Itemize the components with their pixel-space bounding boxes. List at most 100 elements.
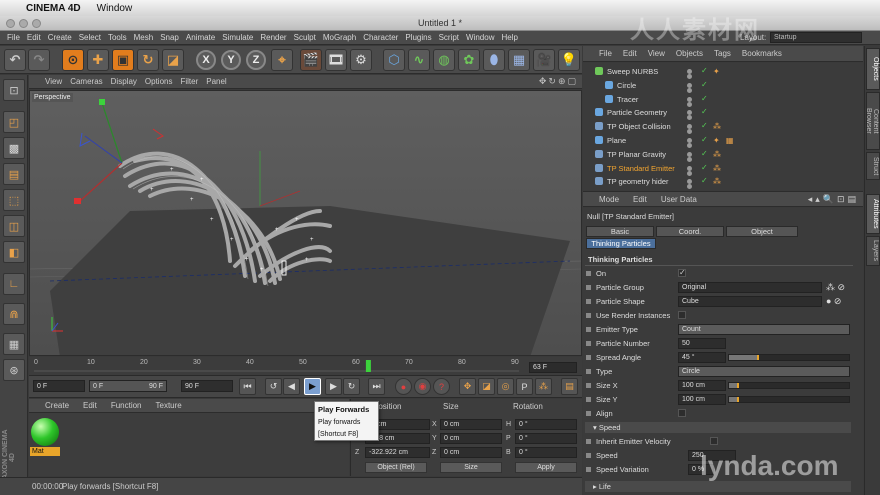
obj-menu-edit[interactable]: Edit	[623, 49, 637, 58]
make-editable-icon[interactable]: ⊡	[3, 79, 25, 101]
timeline[interactable]: 0 10 20 30 40 50 60 70 80 90 63 F	[29, 357, 582, 376]
on-checkbox[interactable]: ✓	[678, 269, 686, 277]
size-y-field[interactable]: 0 cm	[440, 433, 502, 444]
position-z-field[interactable]: -322.922 cm	[365, 447, 430, 458]
object-row[interactable]: Circle ✓	[583, 79, 863, 92]
type-dropdown[interactable]: Circle	[678, 366, 850, 377]
menu-render[interactable]: Render	[260, 33, 286, 42]
enable-check-icon[interactable]: ✓	[701, 66, 708, 75]
section-speed[interactable]: ▾ Speed	[585, 422, 851, 433]
object-name[interactable]: Tracer	[617, 95, 638, 104]
obj-menu-view[interactable]: View	[648, 49, 665, 58]
live-selection-icon[interactable]: ⊙	[62, 49, 84, 71]
attr-tab-object[interactable]: Object	[726, 226, 798, 237]
enable-check-icon[interactable]: ✓	[701, 135, 708, 144]
viewport-menu-panel[interactable]: Panel	[206, 77, 226, 86]
object-row[interactable]: Tracer ✓	[583, 93, 863, 106]
enable-check-icon[interactable]: ✓	[701, 80, 708, 89]
object-row[interactable]: TP Object Collision ✓ ⁂	[583, 120, 863, 133]
use-render-instances-checkbox[interactable]	[678, 311, 686, 319]
rotation-b-field[interactable]: 0 °	[515, 447, 577, 458]
visibility-dots[interactable]	[687, 82, 692, 88]
material-menu-create[interactable]: Create	[45, 401, 69, 410]
visibility-dots[interactable]	[687, 151, 692, 157]
scheme-settings-icon[interactable]: ▤	[561, 378, 578, 395]
menu-animate[interactable]: Animate	[186, 33, 215, 42]
inherit-velocity-checkbox[interactable]	[710, 437, 718, 445]
side-tab-struct[interactable]: Struct	[866, 152, 880, 180]
redo-icon[interactable]: ↷	[28, 49, 50, 71]
obj-menu-objects[interactable]: Objects	[676, 49, 703, 58]
menu-create[interactable]: Create	[48, 33, 72, 42]
visibility-dots[interactable]	[687, 110, 692, 116]
side-tab-layers[interactable]: Layers	[866, 236, 880, 266]
menu-sculpt[interactable]: Sculpt	[294, 33, 316, 42]
object-row[interactable]: TP geometry hider ✓ ⁂	[583, 175, 863, 188]
size-mode-dropdown[interactable]: Size	[440, 462, 502, 473]
object-row[interactable]: TP Planar Gravity ✓ ⁂	[583, 148, 863, 161]
viewport-menu-view[interactable]: View	[45, 77, 62, 86]
obj-menu-bookmarks[interactable]: Bookmarks	[742, 49, 782, 58]
particle-group-link-icon[interactable]: ⁂ ⊘	[826, 282, 845, 293]
side-tab-attributes[interactable]: Attributes	[866, 194, 880, 234]
recent-tool-icon[interactable]: ◪	[162, 49, 184, 71]
object-row[interactable]: Sweep NURBS ✓ ✦	[583, 65, 863, 78]
enable-check-icon[interactable]: ✓	[701, 107, 708, 116]
object-tags[interactable]: ⁂	[713, 122, 723, 131]
enable-check-icon[interactable]: ✓	[701, 163, 708, 172]
enable-check-icon[interactable]: ✓	[701, 149, 708, 158]
visibility-dots[interactable]	[687, 69, 692, 74]
object-name[interactable]: TP Object Collision	[607, 122, 671, 131]
start-frame-field[interactable]: 0 F	[33, 380, 85, 392]
object-tags[interactable]: ⁂	[713, 150, 723, 159]
size-z-field[interactable]: 0 cm	[440, 447, 502, 458]
rotation-p-field[interactable]: 0 °	[515, 433, 577, 444]
timeline-playhead[interactable]	[365, 360, 371, 372]
window-menu[interactable]: Window	[97, 3, 133, 14]
menu-tools[interactable]: Tools	[108, 33, 127, 42]
rotate-icon[interactable]: ↻	[137, 49, 159, 71]
side-tab-content-browser[interactable]: Content Browser	[865, 92, 880, 150]
record-scale-icon[interactable]: ◪	[478, 378, 495, 395]
scene-floor-icon[interactable]: ▦	[508, 49, 530, 71]
snap-magnet-icon[interactable]: ⋒	[3, 303, 25, 325]
particle-group-field[interactable]: Original	[678, 282, 822, 293]
material-menu-edit[interactable]: Edit	[83, 401, 97, 410]
current-frame-field[interactable]: 63 F	[529, 362, 577, 373]
material-preview[interactable]	[31, 418, 59, 446]
coordinate-system-icon[interactable]: ⌖	[271, 49, 293, 71]
x-axis-lock-button[interactable]: X	[196, 50, 216, 70]
menu-mesh[interactable]: Mesh	[134, 33, 154, 42]
attr-tab-coord[interactable]: Coord.	[656, 226, 724, 237]
go-to-start-icon[interactable]: ⏮	[239, 378, 256, 395]
object-name[interactable]: TP Planar Gravity	[607, 150, 666, 159]
attr-tab-thinking-particles[interactable]: Thinking Particles	[586, 238, 656, 249]
play-forwards-button[interactable]: ▶	[304, 378, 321, 395]
particle-number-field[interactable]: 50	[678, 338, 726, 349]
go-to-next-key-icon[interactable]: ↻	[343, 378, 360, 395]
undo-icon[interactable]: ↶	[4, 49, 26, 71]
object-name[interactable]: Plane	[607, 136, 626, 145]
viewport-menu-cameras[interactable]: Cameras	[70, 77, 102, 86]
autokeying-icon[interactable]: ◉	[414, 378, 431, 395]
viewport-menu-display[interactable]: Display	[111, 77, 137, 86]
size-y-slider[interactable]	[728, 396, 850, 403]
obj-menu-tags[interactable]: Tags	[714, 49, 731, 58]
visibility-dots[interactable]	[687, 138, 692, 143]
light-icon[interactable]: 💡	[558, 49, 580, 71]
record-rotation-icon[interactable]: ◎	[497, 378, 514, 395]
attr-menu-edit[interactable]: Edit	[633, 195, 647, 204]
visibility-dots[interactable]	[687, 179, 692, 185]
object-name[interactable]: TP Standard Emitter	[607, 164, 675, 173]
menu-file[interactable]: File	[7, 33, 20, 42]
end-frame-field[interactable]: 90 F	[181, 380, 233, 392]
y-axis-lock-button[interactable]: Y	[221, 50, 241, 70]
rotation-h-field[interactable]: 0 °	[515, 419, 577, 430]
emitter-type-dropdown[interactable]: Count	[678, 324, 850, 335]
menu-window[interactable]: Window	[466, 33, 494, 42]
particle-shape-link-icon[interactable]: ● ⊘	[826, 296, 841, 307]
menu-character[interactable]: Character	[363, 33, 398, 42]
material-menu-function[interactable]: Function	[111, 401, 142, 410]
visibility-dots[interactable]	[687, 96, 692, 102]
model-mode-icon[interactable]: ◰	[3, 111, 25, 133]
